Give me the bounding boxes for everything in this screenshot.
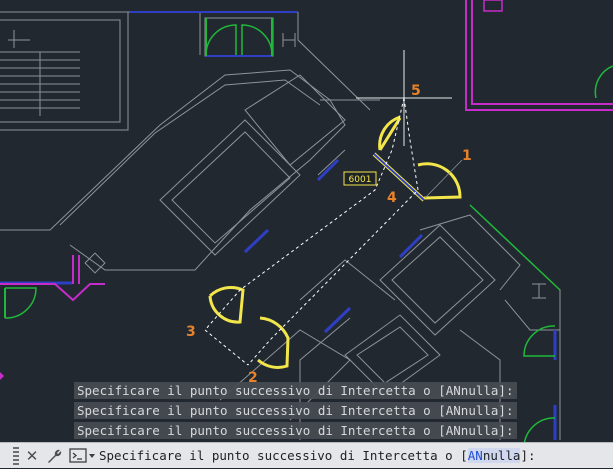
command-prompt[interactable]: Specificare il punto successivo di Inter…: [99, 443, 536, 469]
prompt-text: Specificare il punto successivo di Inter…: [99, 448, 468, 463]
dimension-label: 6001: [349, 175, 372, 185]
wrench-icon[interactable]: [45, 446, 63, 466]
point-label-1: 1: [462, 148, 472, 164]
dimension-tag: 6001: [343, 171, 377, 186]
close-icon[interactable]: ✕: [23, 446, 41, 466]
prompt-end: ]:: [520, 448, 536, 463]
annulla-keyword: AN: [467, 448, 483, 463]
grip-icon[interactable]: [13, 447, 19, 465]
command-line-bar[interactable]: ✕ Specificare il punto successivo di Int…: [0, 442, 613, 468]
command-history-line: Specificare il punto successivo di Inter…: [74, 422, 517, 439]
command-prompt-icon[interactable]: [69, 447, 97, 465]
command-history-line: Specificare il punto successivo di Inter…: [74, 382, 517, 399]
point-label-4: 4: [387, 190, 397, 206]
annulla-option[interactable]: ANnulla: [467, 448, 521, 463]
point-label-5: 5: [411, 83, 421, 99]
annulla-rest: nulla: [482, 448, 521, 463]
point-label-3: 3: [186, 324, 196, 340]
command-history-line: Specificare il punto successivo di Inter…: [74, 402, 517, 419]
